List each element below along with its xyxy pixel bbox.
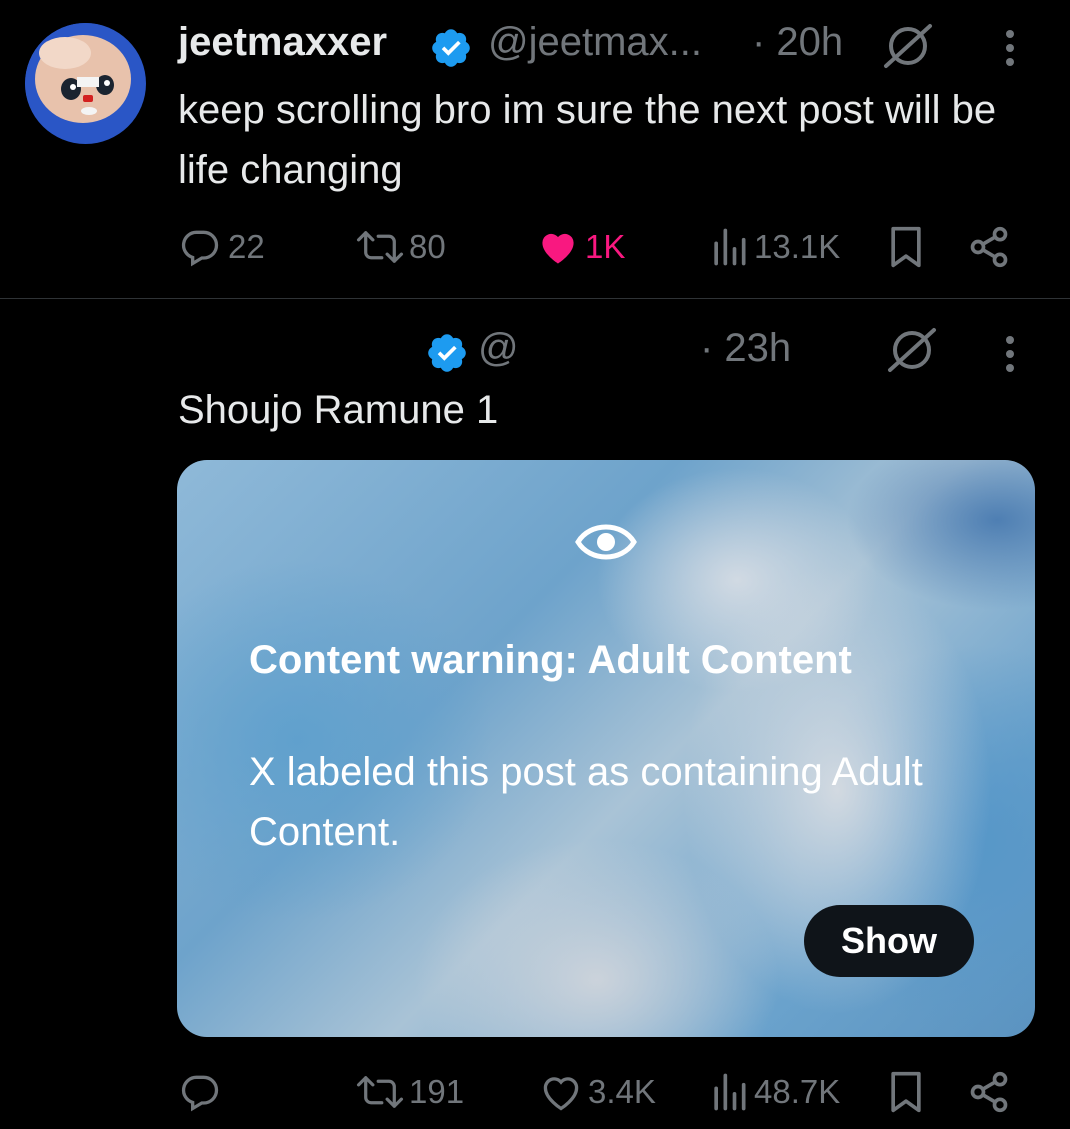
- like-icon: [542, 233, 574, 264]
- more-icon[interactable]: [1000, 28, 1020, 72]
- reply-icon: [181, 230, 219, 267]
- views-button[interactable]: 48.7K: [710, 1070, 840, 1114]
- grok-icon[interactable]: [884, 326, 942, 374]
- views-count: 48.7K: [754, 1073, 841, 1110]
- show-button[interactable]: Show: [804, 905, 974, 977]
- eye-icon: [575, 524, 637, 560]
- repost-count: 80: [409, 228, 446, 265]
- like-count: 1K: [585, 228, 626, 265]
- handle[interactable]: @jeetmax...: [488, 20, 702, 65]
- post-text: Shoujo Ramune 1: [178, 388, 499, 432]
- share-icon[interactable]: [966, 225, 1012, 269]
- repost-button[interactable]: 191: [355, 1070, 464, 1114]
- reply-icon: [181, 1075, 219, 1112]
- avatar[interactable]: [25, 23, 146, 144]
- views-count: 13.1K: [754, 228, 841, 265]
- reply-button[interactable]: 22: [178, 225, 265, 269]
- avatar-image: [25, 23, 145, 143]
- post-text: keep scrolling bro im sure the next post…: [178, 88, 997, 192]
- handle[interactable]: @: [478, 326, 519, 371]
- share-icon[interactable]: [966, 1070, 1012, 1114]
- media-content-warning[interactable]: Content warning: Adult Content X labeled…: [177, 460, 1035, 1037]
- repost-icon: [356, 231, 404, 263]
- warning-description: X labeled this post as containing Adult …: [249, 750, 923, 854]
- reply-button[interactable]: [178, 1070, 228, 1114]
- more-icon[interactable]: [1000, 334, 1020, 378]
- like-count: 3.4K: [588, 1073, 656, 1110]
- post-divider: [0, 298, 1070, 299]
- verified-badge-icon: [432, 29, 470, 67]
- views-icon: [714, 1073, 746, 1111]
- repost-icon: [356, 1076, 404, 1108]
- reply-count: 22: [228, 228, 265, 265]
- timestamp[interactable]: · 23h: [700, 326, 791, 371]
- like-icon: [543, 1077, 579, 1111]
- timestamp[interactable]: · 20h: [752, 20, 843, 65]
- repost-count: 191: [409, 1073, 465, 1110]
- grok-icon[interactable]: [880, 22, 938, 70]
- bookmark-icon[interactable]: [886, 1070, 926, 1114]
- like-button[interactable]: 1K: [535, 225, 625, 269]
- display-name[interactable]: jeetmaxxer: [178, 20, 387, 65]
- bookmark-icon[interactable]: [886, 225, 926, 269]
- views-icon: [714, 228, 746, 266]
- repost-button[interactable]: 80: [355, 225, 446, 269]
- like-button[interactable]: 3.4K: [538, 1070, 656, 1114]
- views-button[interactable]: 13.1K: [710, 225, 840, 269]
- warning-title: Content warning: Adult Content: [249, 638, 852, 682]
- verified-badge-icon: [428, 334, 466, 372]
